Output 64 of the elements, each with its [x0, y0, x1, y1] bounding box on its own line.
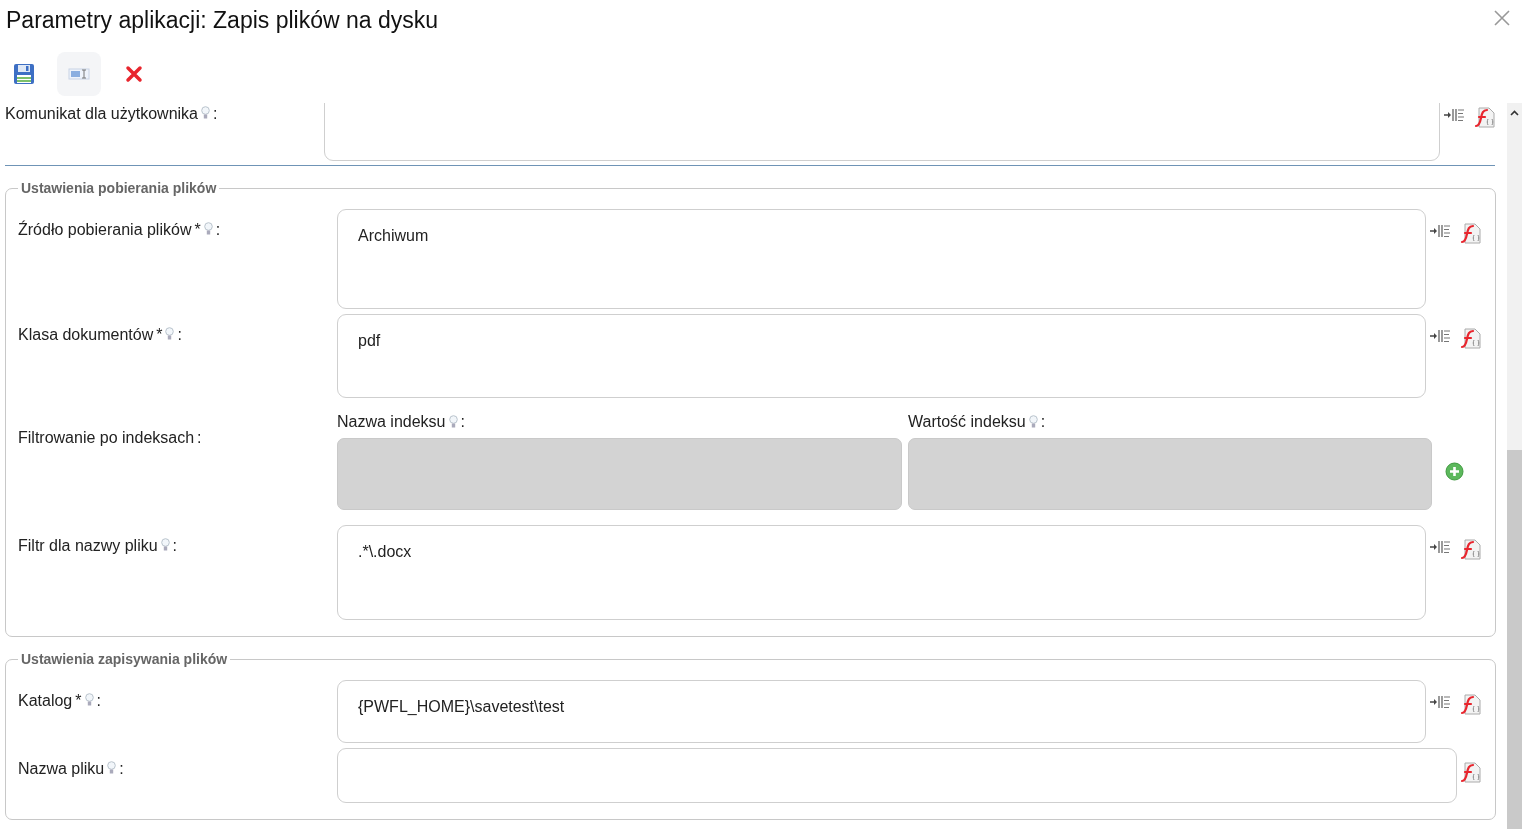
field-toggle-icon [68, 68, 90, 80]
label-colon: : [177, 326, 182, 344]
function-icon [1460, 539, 1481, 560]
label-colon: : [119, 760, 124, 778]
label-colon: : [215, 221, 221, 239]
group-legend: Ustawienia pobierania plików [18, 180, 220, 196]
field-label: Filtrowanie po indeksach [18, 429, 195, 447]
label-colon: : [460, 413, 465, 431]
text-field[interactable] [337, 748, 1457, 803]
toggle-button[interactable] [57, 52, 101, 96]
function-icon [1460, 694, 1481, 715]
field-label: Filtr dla nazwy pliku [18, 537, 158, 555]
field-label: Klasa dokumentów [18, 326, 154, 344]
function-button[interactable] [1460, 762, 1481, 783]
insert-value-button[interactable] [1429, 694, 1451, 710]
insert-list-icon [1429, 328, 1451, 344]
group-legend: Ustawienia zapisywania plików [18, 651, 231, 667]
field-value: pdf [358, 332, 381, 349]
function-button[interactable] [1460, 328, 1481, 349]
text-field[interactable] [324, 103, 1440, 161]
save-icon [13, 63, 35, 85]
field-label: Źródło pobierania plików [18, 221, 192, 239]
function-icon [1460, 328, 1481, 349]
close-icon [1494, 10, 1510, 26]
field-value: .*\.docx [358, 543, 412, 560]
required-mark: * [156, 326, 163, 344]
insert-value-button[interactable] [1429, 539, 1451, 555]
label-colon: : [96, 692, 101, 710]
field-value: Archiwum [358, 227, 429, 244]
column-label: Nazwa indeksu [337, 413, 446, 431]
label-colon: : [172, 537, 178, 555]
function-button[interactable] [1474, 107, 1495, 128]
label-colon: : [213, 105, 218, 123]
scroll-up-icon[interactable] [1510, 110, 1519, 116]
insert-value-button[interactable] [1429, 328, 1451, 344]
insert-list-icon [1429, 539, 1451, 555]
text-field[interactable]: Archiwum [337, 209, 1426, 309]
insert-list-icon [1429, 694, 1451, 710]
field-label: Komunikat dla użytkownika [5, 105, 198, 123]
function-icon [1460, 762, 1481, 783]
insert-value-button[interactable] [1429, 223, 1451, 239]
function-button[interactable] [1460, 223, 1481, 244]
function-button[interactable] [1460, 694, 1481, 715]
field-label: Nazwa pliku [18, 760, 105, 778]
insert-list-icon [1429, 223, 1451, 239]
label-colon: : [1040, 413, 1046, 431]
text-field[interactable]: {PWFL_HOME}\savetest\test [337, 680, 1426, 743]
label-colon: : [197, 429, 202, 447]
column-label: Wartość indeksu [908, 413, 1026, 431]
text-field[interactable]: pdf [337, 314, 1426, 398]
required-mark: * [75, 692, 82, 710]
add-icon [1444, 462, 1464, 481]
text-field[interactable]: .*\.docx [337, 525, 1426, 620]
function-icon [1460, 223, 1481, 244]
dialog-title: Parametry aplikacji: Zapis plików na dysku [6, 6, 439, 34]
required-mark: * [194, 221, 201, 239]
insert-value-button[interactable] [1443, 107, 1465, 123]
scrollbar-thumb[interactable] [1507, 450, 1522, 829]
delete-icon [125, 65, 143, 83]
field-label: Katalog [18, 692, 73, 710]
function-button[interactable] [1460, 539, 1481, 560]
function-icon [1474, 107, 1495, 128]
field-value: {PWFL_HOME}\savetest\test [358, 698, 565, 715]
insert-list-icon [1443, 107, 1465, 123]
